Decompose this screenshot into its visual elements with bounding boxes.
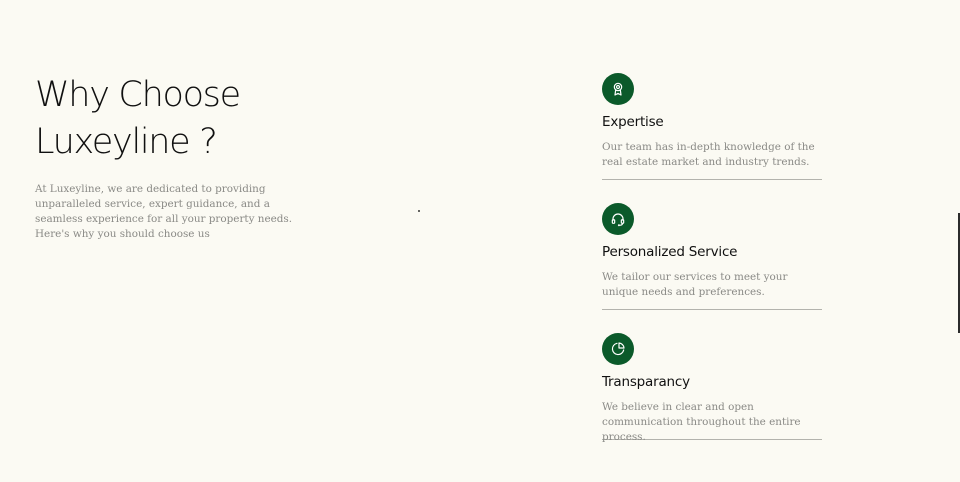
feature-item-expertise: Expertise Our team has in-depth knowledg… [602,73,822,180]
heading-line-1: Why Choose [35,75,241,115]
headset-icon [602,203,634,235]
feature-title: Personalized Service [602,244,738,260]
pie-chart-icon [602,333,634,365]
section-heading: Why Choose Luxeyline ? [35,72,335,166]
intro-description: At Luxeyline, we are dedicated to provid… [35,183,293,240]
feature-item-transparancy: Transparancy We believe in clear and ope… [602,333,822,443]
feature-title: Expertise [602,114,664,130]
decorative-dot [418,210,420,212]
feature-description: We tailor our services to meet your uniq… [602,271,788,298]
feature-item-personalized-service: Personalized Service We tailor our servi… [602,203,822,310]
feature-title: Transparancy [602,374,690,390]
feature-description: We believe in clear and open communicati… [602,401,801,443]
why-choose-intro: Why Choose Luxeyline ? At Luxeyline, we … [35,72,335,242]
features-list: Expertise Our team has in-depth knowledg… [602,73,822,443]
feature-description: Our team has in-depth knowledge of the r… [602,141,815,168]
award-ribbon-icon [602,73,634,105]
heading-line-2: Luxeyline ? [35,122,218,162]
